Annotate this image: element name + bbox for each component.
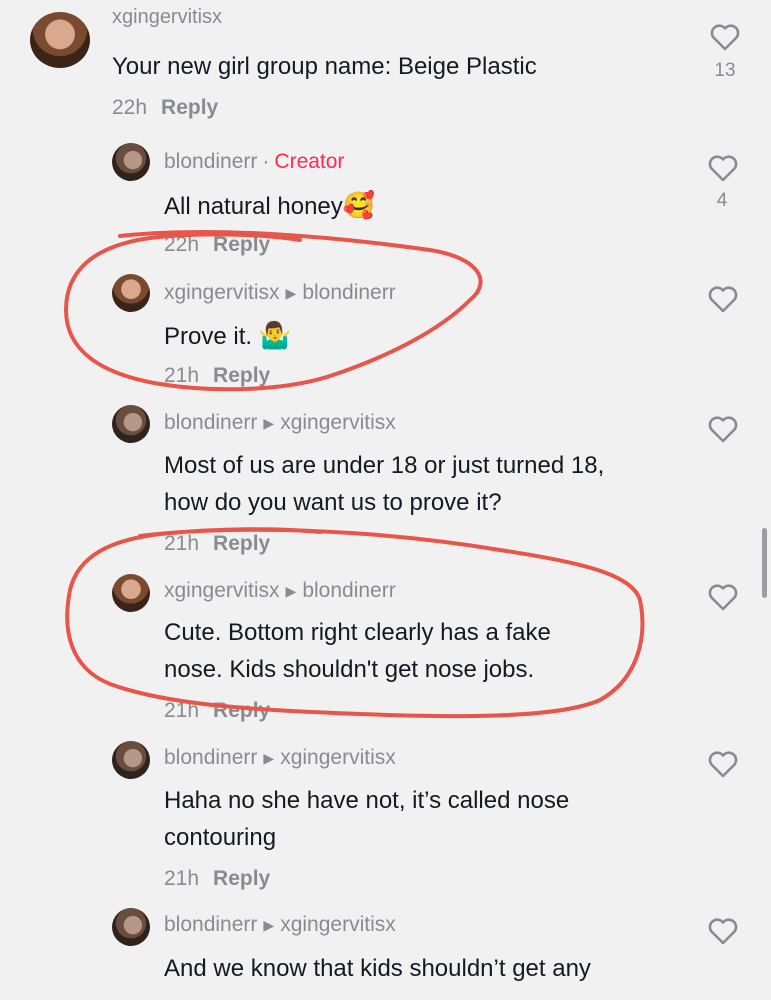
comment-text-line: Haha no she have not, it’s called nose <box>164 787 570 814</box>
comment-text-line: how do you want us to prove it? <box>164 489 502 516</box>
avatar[interactable] <box>112 908 150 946</box>
comment-text: Your new girl group name: Beige Plastic <box>112 53 537 80</box>
comment-time: 21h <box>164 699 200 722</box>
username[interactable]: blondinerr <box>164 150 257 174</box>
comment-time: 22h <box>112 96 148 119</box>
comment-footer: 21h Reply <box>164 699 270 723</box>
comment-text: Most of us are under 18 or just turned 1… <box>164 447 604 521</box>
smiling-face-hearts-icon: 🥰 <box>342 191 376 221</box>
username[interactable]: blondinerr <box>164 913 257 937</box>
reply-to-username[interactable]: xgingervitisx <box>280 913 396 937</box>
triangle-right-icon: ▶ <box>285 284 297 301</box>
reply-button[interactable]: Reply <box>213 233 270 256</box>
scrollbar[interactable] <box>762 528 767 598</box>
comment-time: 21h <box>164 532 200 555</box>
avatar[interactable] <box>112 274 150 312</box>
comment-text-body: All natural honey <box>164 193 343 220</box>
heart-icon[interactable] <box>709 22 741 52</box>
triangle-right-icon: ▶ <box>263 916 275 933</box>
comment-username: blondinerr ▶ xgingervitisx <box>164 913 396 937</box>
comment-text: Haha no she have not, it’s called nose c… <box>164 782 569 856</box>
comment-text: All natural honey🥰 <box>164 188 375 225</box>
comment-username: xgingervitisx ▶ blondinerr <box>164 579 396 603</box>
heart-icon[interactable] <box>707 414 739 444</box>
comment-text-body: Prove it. <box>164 323 253 350</box>
comment-text-line: And we know that kids shouldn’t get any <box>164 955 591 982</box>
reply-button[interactable]: Reply <box>161 96 218 119</box>
triangle-right-icon: ▶ <box>285 582 297 599</box>
heart-icon[interactable] <box>707 749 739 779</box>
like-count: 4 <box>716 190 728 211</box>
reply-to-username[interactable]: blondinerr <box>302 579 395 603</box>
comment-time: 21h <box>164 867 200 890</box>
reply-button[interactable]: Reply <box>213 699 270 722</box>
triangle-right-icon: ▶ <box>263 749 275 766</box>
heart-icon[interactable] <box>707 582 739 612</box>
avatar[interactable] <box>112 741 150 779</box>
avatar[interactable] <box>112 405 150 443</box>
heart-icon[interactable] <box>707 284 739 314</box>
reply-to-username[interactable]: xgingervitisx <box>280 746 396 770</box>
username[interactable]: xgingervitisx <box>164 579 280 603</box>
comment-username: blondinerr ▶ xgingervitisx <box>164 411 396 435</box>
comment-footer: 22h Reply <box>112 96 218 120</box>
comment-text: Cute. Bottom right clearly has a fake no… <box>164 614 551 688</box>
creator-badge: Creator <box>274 150 345 173</box>
comment-text-line: contouring <box>164 824 277 851</box>
avatar[interactable] <box>112 574 150 612</box>
comment-time: 21h <box>164 364 200 387</box>
reply-button[interactable]: Reply <box>213 867 270 890</box>
avatar[interactable] <box>30 12 90 68</box>
comment-text-line: Cute. Bottom right clearly has a fake <box>164 619 551 646</box>
heart-icon[interactable] <box>707 153 739 183</box>
comment-username: xgingervitisx ▶ blondinerr <box>164 281 396 305</box>
like-count: 13 <box>714 60 736 81</box>
heart-icon[interactable] <box>707 916 739 946</box>
comment-footer: 21h Reply <box>164 532 270 556</box>
comment-footer: 22h Reply <box>164 233 270 257</box>
person-shrugging-icon: 🤷‍♂️ <box>258 321 292 351</box>
separator-dot: · <box>262 150 270 173</box>
username[interactable]: xgingervitisx <box>164 281 280 305</box>
username[interactable]: xgingervitisx <box>112 6 222 29</box>
reply-button[interactable]: Reply <box>213 364 270 387</box>
comment-username: blondinerr ▶ xgingervitisx <box>164 746 396 770</box>
comment-footer: 21h Reply <box>164 867 270 891</box>
username[interactable]: blondinerr <box>164 746 257 770</box>
reply-button[interactable]: Reply <box>213 532 270 555</box>
username[interactable]: blondinerr <box>164 411 257 435</box>
comment-text: Prove it. 🤷‍♂️ <box>164 318 291 355</box>
comment-text-line: Most of us are under 18 or just turned 1… <box>164 452 605 479</box>
avatar[interactable] <box>112 143 150 181</box>
comment-text: And we know that kids shouldn’t get any <box>164 950 591 987</box>
triangle-right-icon: ▶ <box>263 414 275 431</box>
reply-to-username[interactable]: xgingervitisx <box>280 411 396 435</box>
reply-to-username[interactable]: blondinerr <box>302 281 395 305</box>
comment-username: blondinerr · Creator <box>164 150 344 174</box>
comment-footer: 21h Reply <box>164 364 270 388</box>
comment-time: 22h <box>164 233 200 256</box>
comment-username[interactable]: xgingervitisx <box>112 6 222 29</box>
comment-text-line: nose. Kids shouldn't get nose jobs. <box>164 656 535 683</box>
